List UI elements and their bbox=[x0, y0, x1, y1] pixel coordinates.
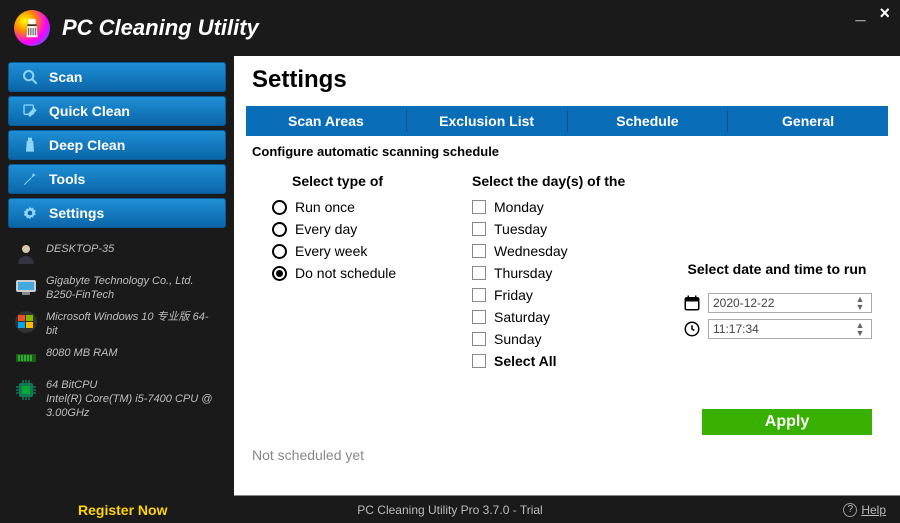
schedule-type-heading: Select type of bbox=[272, 173, 472, 189]
datetime-heading: Select date and time to run bbox=[682, 261, 872, 277]
tab-schedule[interactable]: Schedule bbox=[567, 110, 728, 132]
cpu-text: 64 BitCPU Intel(R) Core(TM) i5-7400 CPU … bbox=[46, 378, 220, 420]
tab-general[interactable]: General bbox=[727, 110, 888, 132]
titlebar: PC Cleaning Utility _ × bbox=[0, 0, 900, 56]
check-friday[interactable]: Friday bbox=[472, 287, 682, 303]
time-spin[interactable]: ▲▼ bbox=[853, 321, 867, 337]
nav-label: Scan bbox=[49, 69, 82, 85]
footer: Register Now PC Cleaning Utility Pro 3.7… bbox=[0, 496, 900, 523]
minimize-button[interactable]: _ bbox=[855, 6, 865, 20]
footer-version: PC Cleaning Utility Pro 3.7.0 - Trial bbox=[357, 503, 542, 517]
check-tuesday[interactable]: Tuesday bbox=[472, 221, 682, 237]
nav-deep-clean[interactable]: Deep Clean bbox=[8, 130, 226, 160]
radio-do-not-schedule[interactable]: Do not schedule bbox=[272, 265, 472, 281]
settings-tabs: Scan Areas Exclusion List Schedule Gener… bbox=[246, 110, 888, 136]
page-title: Settings bbox=[252, 66, 882, 94]
days-heading: Select the day(s) of the bbox=[472, 173, 682, 189]
gear-icon bbox=[19, 205, 41, 221]
check-monday[interactable]: Monday bbox=[472, 199, 682, 215]
calendar-icon bbox=[682, 293, 702, 313]
ram-text: 8080 MB RAM bbox=[46, 346, 118, 360]
nav-label: Settings bbox=[49, 205, 104, 221]
nav-quick-clean[interactable]: Quick Clean bbox=[8, 96, 226, 126]
tab-exclusion-list[interactable]: Exclusion List bbox=[406, 110, 567, 132]
windows-icon bbox=[14, 310, 38, 334]
app-logo-icon bbox=[14, 10, 50, 46]
nav-tools[interactable]: Tools bbox=[8, 164, 226, 194]
app-title: PC Cleaning Utility bbox=[62, 15, 259, 41]
os-text: Microsoft Windows 10 专业版 64-bit bbox=[46, 310, 220, 338]
date-input[interactable]: 2020-12-22▲▼ bbox=[708, 293, 872, 313]
help-icon: ? bbox=[843, 503, 857, 517]
content-panel: Settings Scan Areas Exclusion List Sched… bbox=[234, 56, 900, 496]
hostname-text: DESKTOP-35 bbox=[46, 242, 114, 256]
user-icon bbox=[14, 242, 38, 266]
nav-settings[interactable]: Settings bbox=[8, 198, 226, 228]
check-wednesday[interactable]: Wednesday bbox=[472, 243, 682, 259]
motherboard-text: Gigabyte Technology Co., Ltd. B250-FinTe… bbox=[46, 274, 220, 302]
nav-label: Tools bbox=[49, 171, 85, 187]
time-input[interactable]: 11:17:34▲▼ bbox=[708, 319, 872, 339]
clock-icon bbox=[682, 319, 702, 339]
system-info-panel: DESKTOP-35 Gigabyte Technology Co., Ltd.… bbox=[8, 242, 226, 428]
check-select-all[interactable]: Select All bbox=[472, 353, 682, 369]
search-icon bbox=[19, 69, 41, 85]
nav-label: Deep Clean bbox=[49, 137, 125, 153]
radio-run-once[interactable]: Run once bbox=[272, 199, 472, 215]
radio-every-day[interactable]: Every day bbox=[272, 221, 472, 237]
section-heading: Configure automatic scanning schedule bbox=[234, 136, 900, 163]
close-button[interactable]: × bbox=[879, 6, 890, 20]
sidebar: Scan Quick Clean Deep Clean Tools Settin… bbox=[0, 56, 234, 496]
check-thursday[interactable]: Thursday bbox=[472, 265, 682, 281]
check-sunday[interactable]: Sunday bbox=[472, 331, 682, 347]
cpu-icon bbox=[14, 378, 38, 402]
ram-icon bbox=[14, 346, 38, 370]
apply-button[interactable]: Apply bbox=[702, 409, 872, 435]
radio-every-week[interactable]: Every week bbox=[272, 243, 472, 259]
check-saturday[interactable]: Saturday bbox=[472, 309, 682, 325]
tab-scan-areas[interactable]: Scan Areas bbox=[246, 110, 406, 132]
wrench-icon bbox=[19, 171, 41, 187]
quick-clean-icon bbox=[19, 103, 41, 119]
help-link[interactable]: ? Help bbox=[843, 503, 886, 517]
nav-scan[interactable]: Scan bbox=[8, 62, 226, 92]
deep-clean-icon bbox=[19, 137, 41, 153]
schedule-status: Not scheduled yet bbox=[234, 443, 900, 471]
motherboard-icon bbox=[14, 274, 38, 298]
date-spin[interactable]: ▲▼ bbox=[853, 295, 867, 311]
nav-label: Quick Clean bbox=[49, 103, 130, 119]
register-link[interactable]: Register Now bbox=[14, 502, 167, 518]
